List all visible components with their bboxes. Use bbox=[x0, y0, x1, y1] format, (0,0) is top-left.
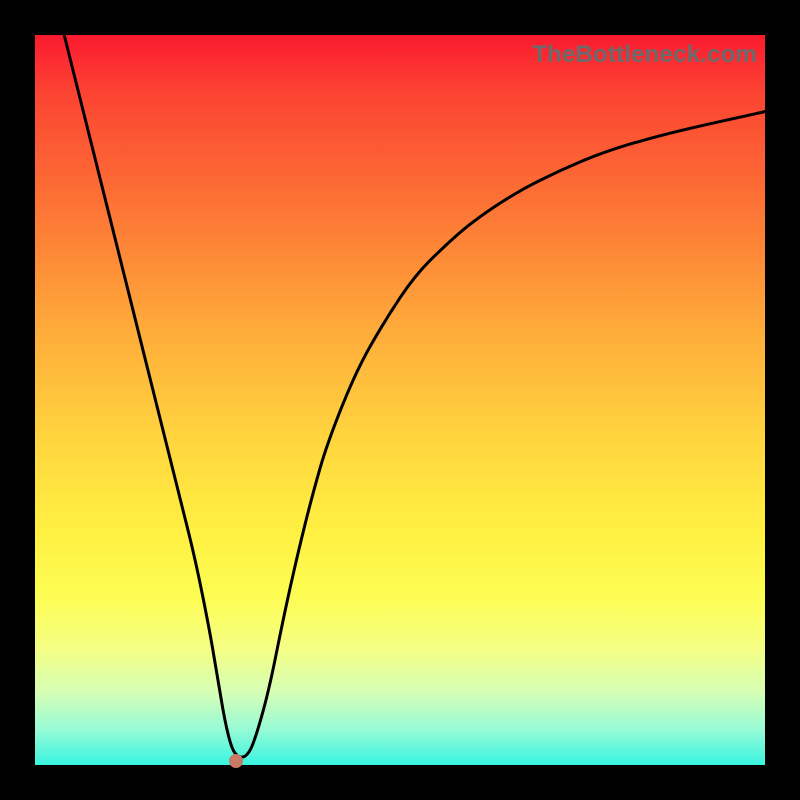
plot-area: TheBottleneck.com bbox=[35, 35, 765, 765]
optimum-marker bbox=[229, 754, 243, 768]
curve-svg bbox=[35, 35, 765, 765]
chart-container: TheBottleneck.com bbox=[0, 0, 800, 800]
bottleneck-curve bbox=[64, 35, 765, 757]
